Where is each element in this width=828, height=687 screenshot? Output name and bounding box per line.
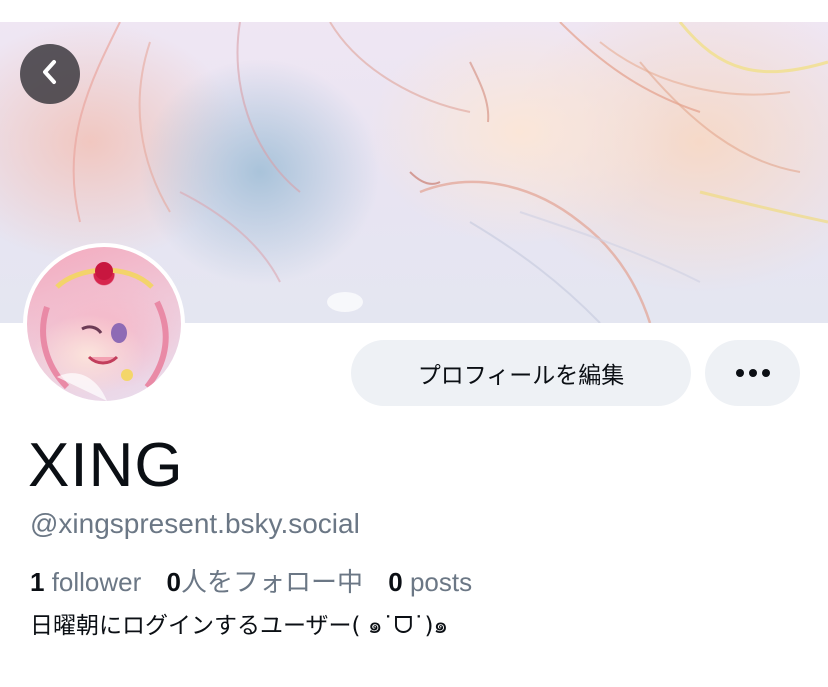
display-name: XING [28,431,184,500]
following-count: 0 [166,567,181,597]
avatar-artwork [40,262,169,401]
following-label: 人をフォロー中 [181,567,364,597]
profile-handle: @xingspresent.bsky.social [30,508,360,539]
posts-stat: 0 posts [388,567,472,597]
followers-label: follower [44,567,142,597]
followers-stat[interactable]: 1 follower [30,567,141,597]
profile-stats: 1 follower 0人をフォロー中 0 posts [30,562,472,599]
back-button[interactable] [20,44,80,104]
more-options-button[interactable] [705,340,800,406]
following-stat[interactable]: 0人をフォロー中 [167,567,363,597]
ellipsis-icon [733,369,772,377]
profile-page: プロフィールを編集 XING @xingspresent.bsky.social… [0,0,828,687]
posts-count: 0 [388,567,403,597]
profile-bio: 日曜朝にログインするユーザー( ๑˙ᗜ˙)๑ [30,613,449,639]
posts-label: posts [402,567,473,597]
followers-count: 1 [30,567,45,597]
chevron-left-icon [39,58,61,90]
avatar[interactable] [23,243,185,405]
edit-profile-button[interactable]: プロフィールを編集 [351,340,691,406]
